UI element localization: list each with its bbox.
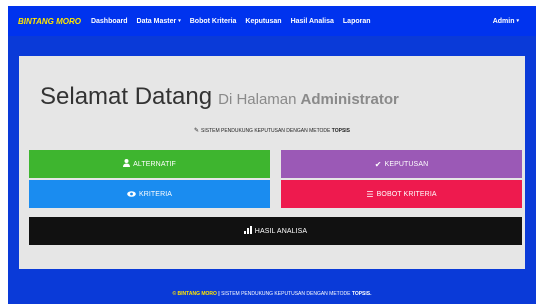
alternatif-button[interactable]: ALTERNATIF [29,150,270,178]
kriteria-label: KRITERIA [138,190,173,198]
admin-menu[interactable]: Admin ▾ [493,6,519,36]
keputusan-button[interactable]: ✔ KEPUTUSAN [281,150,522,178]
welcome-panel: Selamat Datang Di Halaman Administrator … [19,56,525,269]
nav-hasil-analisa-label: Hasil Analisa [290,17,334,25]
footer-copyright: © BINTANG MORO [172,291,217,297]
pencil-icon: ✎ [193,128,199,134]
subtitle-text: SISTEM PENDUKUNG KEPUTUSAN DENGAN METODE [201,128,331,134]
admin-label: Admin [492,17,515,25]
navbar: BINTANG MORO Dashboard Data Master ▾ Bobo… [8,6,536,36]
subtitle-method: TOPSIS [331,128,351,134]
chevron-down-icon: ▾ [178,18,181,24]
nav-laporan[interactable]: Laporan [343,18,371,25]
footer-separator: | [218,291,220,297]
eye-icon [127,190,136,199]
welcome-subtitle: Di Halaman [218,91,297,108]
checkmark-icon: ✔ [374,159,382,169]
nav-data-master[interactable]: Data Master ▾ [137,18,181,25]
welcome-role: Administrator [300,91,399,108]
footer: © BINTANG MORO | SISTEM PENDUKUNG KEPUTU… [8,291,536,297]
hasil-analisa-label: HASIL ANALISA [254,227,308,235]
nav-bobot-kriteria[interactable]: Bobot Kriteria [190,18,237,25]
alternatif-label: ALTERNATIF [133,160,176,168]
list-icon: ☰ [366,189,374,199]
brand-link[interactable]: BINTANG MORO [18,17,81,26]
nav-data-master-label: Data Master [136,17,177,25]
nav-keputusan-label: Keputusan [245,17,282,25]
nav-dashboard-label: Dashboard [90,17,128,25]
bobot-kriteria-button[interactable]: ☰ BOBOT KRITERIA [281,180,522,208]
nav-hasil-analisa[interactable]: Hasil Analisa [291,18,334,25]
hasil-analisa-button[interactable]: HASIL ANALISA [29,217,522,245]
system-subtitle: ✎ SISTEM PENDUKUNG KEPUTUSAN DENGAN METOD… [19,127,525,134]
keputusan-label: KEPUTUSAN [384,160,429,168]
footer-method: TOPSIS. [351,291,372,297]
user-icon [123,159,131,169]
bar-chart-icon [243,226,252,236]
kriteria-button[interactable]: KRITERIA [29,180,270,208]
nav-dashboard[interactable]: Dashboard [91,18,128,25]
bobot-kriteria-label: BOBOT KRITERIA [376,190,437,198]
footer-text: SISTEM PENDUKUNG KEPUTUSAN DENGAN METODE [221,291,351,297]
nav-keputusan[interactable]: Keputusan [245,18,281,25]
app-frame: BINTANG MORO Dashboard Data Master ▾ Bobo… [8,6,536,304]
nav-laporan-label: Laporan [342,17,371,25]
welcome-title: Selamat Datang [40,83,213,110]
chevron-down-icon: ▾ [516,18,519,24]
welcome-heading: Selamat Datang Di Halaman Administrator [40,83,399,111]
nav-bobot-kriteria-label: Bobot Kriteria [189,17,237,25]
